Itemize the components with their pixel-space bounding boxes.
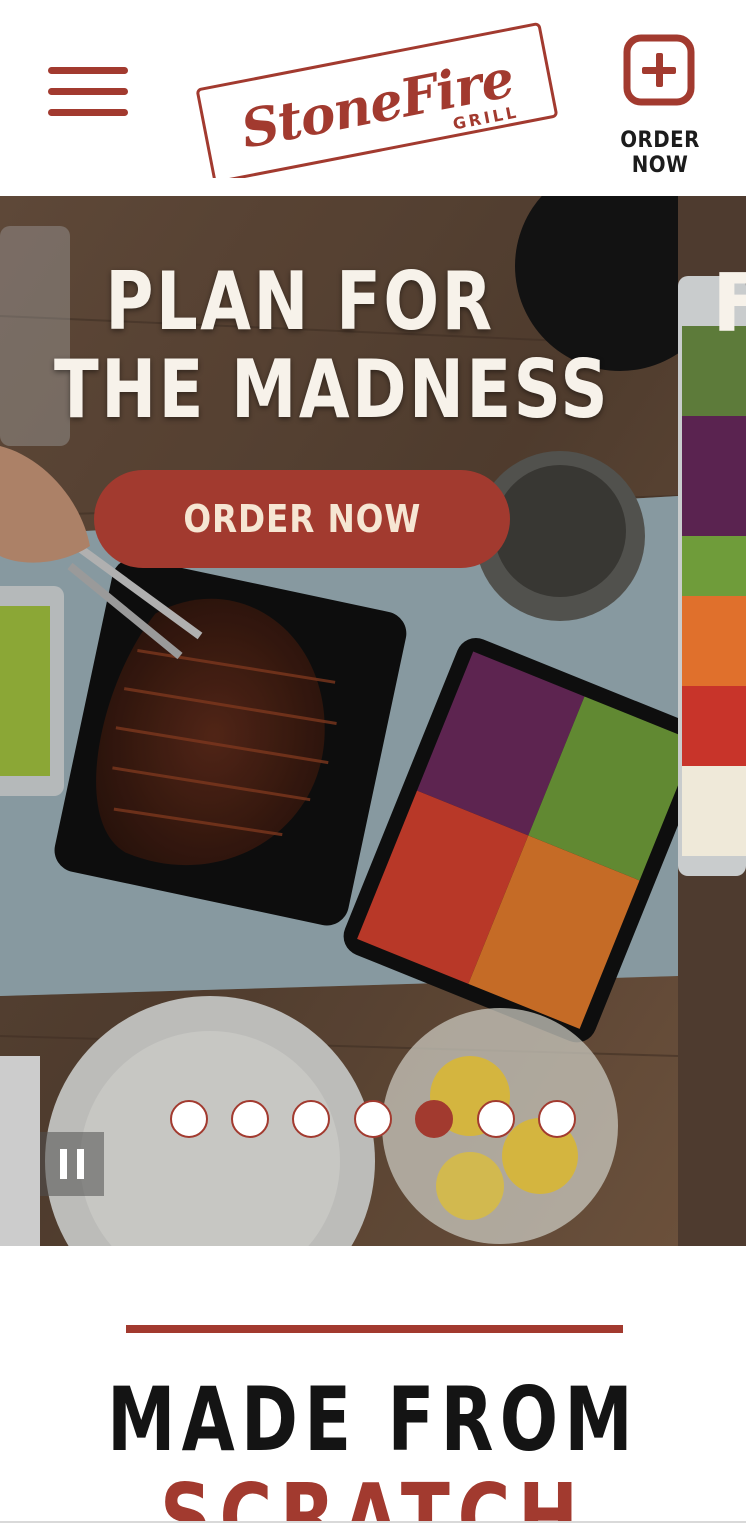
carousel-dot-5[interactable] (415, 1100, 453, 1138)
site-header: StoneFire GRILL ORDER NOW (0, 0, 746, 196)
pause-bar (60, 1149, 67, 1179)
order-now-cta-button[interactable]: ORDER NOW (94, 470, 510, 568)
section-divider (126, 1325, 623, 1333)
logo-wordmark: StoneFire (236, 48, 518, 160)
carousel-dot-1[interactable] (170, 1100, 208, 1138)
next-slide-photo (678, 196, 746, 1246)
hero-headline: PLAN FOR THE MADNESS (54, 255, 611, 436)
next-slide-headline: F (712, 257, 746, 350)
menu-line (48, 109, 128, 116)
carousel-dot-4[interactable] (354, 1100, 392, 1138)
hero-slide-next[interactable] (678, 196, 746, 1246)
stonefire-grill-logo[interactable]: StoneFire GRILL (190, 18, 562, 178)
hero-carousel: PLAN FOR THE MADNESS ORDER NOW F (0, 196, 746, 1246)
hero-headline-line1: PLAN FOR (105, 255, 495, 348)
pause-bar (77, 1149, 84, 1179)
carousel-dot-7[interactable] (538, 1100, 576, 1138)
carousel-dot-3[interactable] (292, 1100, 330, 1138)
menu-line (48, 67, 128, 74)
section-title: MADE FROM (107, 1368, 639, 1471)
menu-line (48, 88, 128, 95)
carousel-dot-6[interactable] (477, 1100, 515, 1138)
section-subtitle-text: SCRATCH (160, 1468, 586, 1523)
order-now-cta-label: ORDER NOW (183, 497, 421, 541)
section-subtitle: SCRATCH (0, 1468, 746, 1523)
pause-icon[interactable] (40, 1132, 104, 1196)
carousel-dot-2[interactable] (231, 1100, 269, 1138)
hamburger-menu-icon[interactable] (44, 62, 132, 128)
order-now-header-button[interactable]: ORDER NOW (585, 30, 735, 178)
order-now-label: ORDER NOW (620, 128, 700, 178)
hero-headline-line2: THE MADNESS (54, 343, 611, 436)
hero-slide-active: PLAN FOR THE MADNESS ORDER NOW (0, 196, 678, 1246)
plus-square-icon (623, 34, 695, 106)
